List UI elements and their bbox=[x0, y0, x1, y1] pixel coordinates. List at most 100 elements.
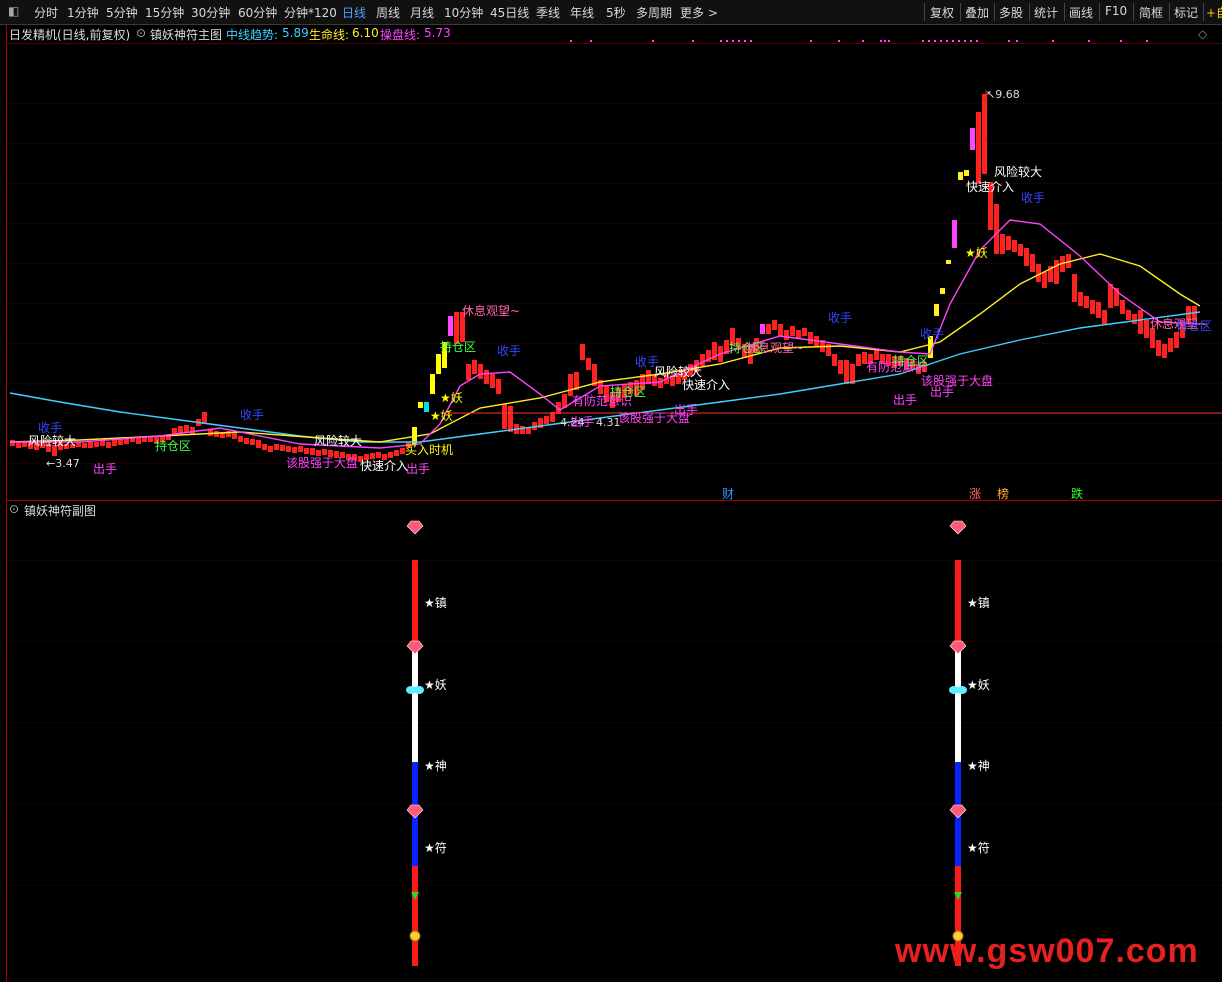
candle-up bbox=[1174, 332, 1179, 348]
panel-toggle-icon[interactable]: ◧ bbox=[8, 4, 19, 18]
signal-dot bbox=[1016, 40, 1018, 42]
candle-up bbox=[1132, 314, 1137, 324]
low-price-arrow-icon: ← bbox=[46, 457, 56, 470]
btn-multi-stock[interactable]: 多股 bbox=[999, 4, 1023, 21]
more-menu[interactable]: 更多 > bbox=[680, 4, 718, 21]
candle-up bbox=[262, 444, 267, 450]
signal-dot bbox=[880, 40, 882, 42]
annot-holding: 持仓区 bbox=[1176, 319, 1213, 333]
btn-add-self[interactable]: +自 bbox=[1206, 4, 1222, 21]
tab-30min[interactable]: 30分钟 bbox=[191, 4, 230, 21]
tag-cai[interactable]: 财 bbox=[722, 485, 734, 502]
tab-5sec[interactable]: 5秒 bbox=[606, 4, 626, 21]
btn-overlay[interactable]: 叠加 bbox=[965, 4, 989, 21]
tab-multi-period[interactable]: 多周期 bbox=[636, 4, 672, 21]
candle-up bbox=[1054, 260, 1059, 284]
candle-up bbox=[1168, 338, 1173, 352]
star-yao-label: ★妖 bbox=[424, 678, 447, 692]
tab-year[interactable]: 年线 bbox=[570, 4, 594, 21]
candle-up bbox=[112, 440, 117, 446]
btn-f10[interactable]: F10 bbox=[1105, 4, 1127, 18]
tab-weekly[interactable]: 周线 bbox=[376, 4, 400, 21]
candle-up bbox=[184, 425, 189, 432]
low-price-value: 3.47 bbox=[55, 457, 80, 470]
candle-up bbox=[274, 444, 279, 450]
tab-15min[interactable]: 15分钟 bbox=[145, 4, 184, 21]
signal-dot bbox=[726, 40, 728, 42]
btn-mark[interactable]: 标记 bbox=[1174, 4, 1198, 21]
candle-up bbox=[1036, 264, 1041, 282]
candle-up bbox=[766, 324, 771, 334]
signal-tick bbox=[934, 304, 939, 316]
gem-icon bbox=[949, 640, 967, 655]
annot-chushou: 出手 bbox=[893, 393, 918, 407]
candle-up bbox=[1090, 300, 1095, 314]
candle-up bbox=[802, 328, 807, 336]
butterfly-icon bbox=[414, 686, 424, 694]
tab-monthly[interactable]: 月线 bbox=[410, 4, 434, 21]
signal-dot bbox=[1052, 40, 1054, 42]
annot-risk: 风险较大 bbox=[314, 434, 363, 448]
high-price-label: ↖9.68 bbox=[986, 88, 1020, 101]
signal-tick bbox=[958, 172, 963, 180]
candle-up bbox=[808, 332, 813, 344]
candle-up bbox=[394, 450, 399, 456]
separator bbox=[960, 3, 961, 21]
signal-tick bbox=[964, 170, 969, 176]
tab-1min[interactable]: 1分钟 bbox=[67, 4, 99, 21]
gem-icon bbox=[949, 520, 967, 535]
star-fu-label: ★符 bbox=[424, 841, 447, 855]
annot-fast-entry: 快速介入 bbox=[360, 459, 409, 473]
tab-quarter[interactable]: 季线 bbox=[536, 4, 560, 21]
annot-yao-star: ★妖 bbox=[430, 409, 453, 423]
signal-dot bbox=[838, 40, 840, 42]
tag-bang[interactable]: 榜 bbox=[997, 485, 1009, 502]
bar-blue-1 bbox=[955, 762, 961, 810]
candle-up bbox=[508, 406, 513, 432]
tab-10min[interactable]: 10分钟 bbox=[444, 4, 483, 21]
candle-up bbox=[586, 358, 591, 370]
bar-white bbox=[955, 644, 961, 762]
candle-up bbox=[472, 360, 477, 374]
candle-up bbox=[1162, 344, 1167, 358]
btn-draw-line[interactable]: 画线 bbox=[1069, 4, 1093, 21]
separator bbox=[924, 3, 925, 21]
btn-statistics[interactable]: 统计 bbox=[1034, 4, 1058, 21]
tab-fenshi[interactable]: 分时 bbox=[34, 4, 58, 21]
signal-bar-yellow bbox=[436, 354, 441, 374]
tab-45day[interactable]: 45日线 bbox=[490, 4, 529, 21]
candle-up bbox=[1012, 240, 1017, 252]
sub-indicator-settings-icon[interactable]: ⊙ bbox=[9, 502, 19, 516]
tag-die[interactable]: 跌 bbox=[1071, 485, 1083, 502]
signal-bar-magenta bbox=[970, 128, 975, 150]
candle-up bbox=[1120, 300, 1125, 314]
tag-zhang[interactable]: 涨 bbox=[969, 485, 981, 502]
btn-restore-rights[interactable]: 复权 bbox=[930, 4, 954, 21]
tab-5min[interactable]: 5分钟 bbox=[106, 4, 138, 21]
signal-dot bbox=[744, 40, 746, 42]
candle-up bbox=[16, 442, 21, 448]
bar-red-top bbox=[412, 560, 418, 644]
candle-up bbox=[796, 330, 801, 338]
btn-simple-frame[interactable]: 简框 bbox=[1139, 4, 1163, 21]
signal-bar-yellow bbox=[418, 402, 423, 408]
period-toolbar: ◧ 分时 1分钟 5分钟 15分钟 30分钟 60分钟 分钟*120 日线 周线… bbox=[0, 0, 1222, 25]
tab-min120[interactable]: 分钟*120 bbox=[284, 4, 337, 21]
coin-icon bbox=[409, 930, 421, 942]
tab-daily[interactable]: 日线 bbox=[342, 4, 366, 21]
signal-dot bbox=[738, 40, 740, 42]
annot-risk: 风险较大 bbox=[28, 434, 77, 448]
star-yao-label: ★妖 bbox=[967, 678, 990, 692]
candle-up bbox=[1018, 244, 1023, 256]
separator bbox=[1099, 3, 1100, 21]
candle-up bbox=[268, 446, 273, 452]
tab-60min[interactable]: 60分钟 bbox=[238, 4, 277, 21]
signal-tick bbox=[946, 260, 951, 264]
sub-indicator-chart bbox=[406, 520, 967, 966]
bar-red-bottom bbox=[412, 866, 418, 966]
annot-holding: 持仓区 bbox=[155, 439, 192, 453]
candle-up bbox=[280, 445, 285, 451]
candle-up bbox=[106, 442, 111, 448]
bar-blue-1 bbox=[412, 762, 418, 810]
gem-icon bbox=[406, 804, 424, 819]
